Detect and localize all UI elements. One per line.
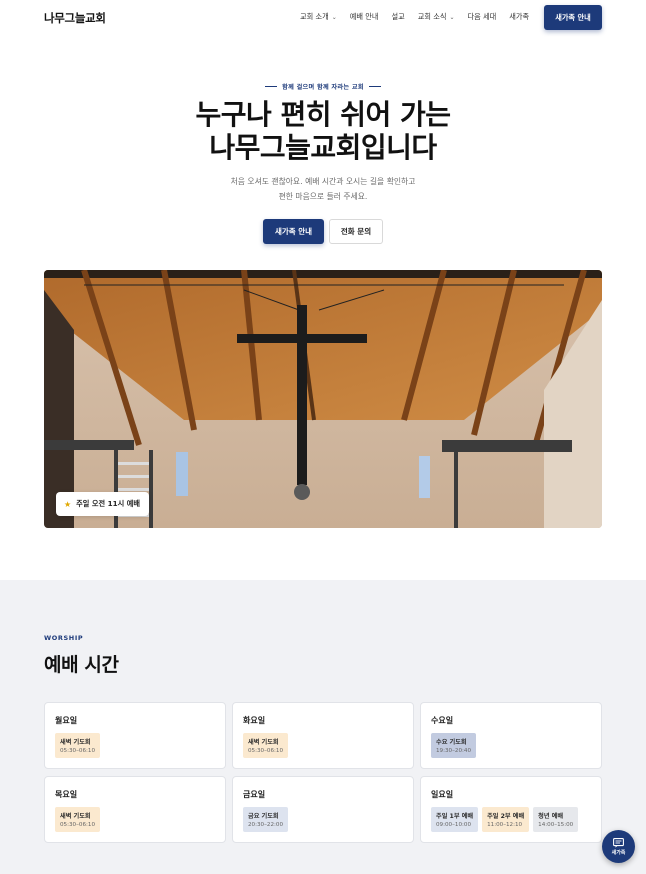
nav-item-next-gen[interactable]: 다음 세대: [468, 12, 497, 22]
service-name: 수요 기도회: [436, 739, 467, 746]
worship-day-card: 금요일금요 기도회 20:30–22:00: [232, 776, 414, 843]
nav-item-news[interactable]: 교회 소식 ⌄: [418, 12, 455, 22]
card-day-label: 목요일: [55, 790, 78, 799]
card-day-label: 월요일: [55, 716, 78, 725]
nav-label: 설교: [391, 12, 405, 21]
service-time: 20:30–22:00: [248, 822, 284, 828]
card-day-label: 금요일: [243, 790, 266, 799]
service-time: 05:30–06:10: [60, 748, 96, 754]
service-name: 청년 예배: [538, 813, 564, 820]
service-chips: 수요 기도회 19:30–20:40: [431, 733, 480, 758]
card-day-label: 화요일: [243, 716, 266, 725]
nav-item-worship[interactable]: 예배 안내: [350, 12, 379, 22]
nav-label: 새가족: [509, 12, 530, 21]
service-time: 05:30–06:10: [248, 748, 284, 754]
card-day-label: 수요일: [431, 716, 454, 725]
site-logo[interactable]: 나무그늘교회: [44, 10, 106, 26]
worship-time-badge: ★ 주일 오전 11시 예배: [56, 492, 149, 516]
service-chips: 새벽 기도회 05:30–06:10: [243, 733, 292, 758]
main-nav: 교회 소개 ⌄ 예배 안내 설교 교회 소식 ⌄ 다음 세대 새가족: [300, 12, 542, 22]
service-chip: 새벽 기도회 05:30–06:10: [243, 733, 289, 758]
worship-section: WORSHIP 예배 시간 월요일 새벽 기도회 05:30–06:10 화요일 새벽 …: [0, 580, 646, 874]
nav-item-newcomer[interactable]: 새가족: [509, 12, 529, 22]
worship-eyebrow: WORSHIP: [44, 634, 84, 642]
nav-label: 교회 소개: [300, 12, 329, 21]
service-name: 새벽 기도회: [60, 813, 91, 820]
hero-image-church-interior: [44, 270, 602, 528]
service-chip: 새벽 기도회 05:30–06:10: [55, 807, 101, 832]
newcomer-guide-button[interactable]: 새가족 안내: [263, 219, 324, 244]
worship-day-card: 월요일새벽 기도회 05:30–06:10: [44, 702, 226, 769]
fab-label: 새가족: [611, 849, 626, 856]
hero-eyebrow-text: 함께 걸으며 함께 자라는 교회: [282, 84, 364, 91]
service-chip: 주일 1부 예배 09:00–10:00: [431, 807, 479, 832]
worship-day-card: 일요일주일 1부 예배 09:00–10:00 주일 2부 예배 11:00–12:1…: [420, 776, 602, 843]
chevron-down-icon: ⌄: [449, 13, 455, 21]
nav-label: 다음 세대: [467, 12, 497, 21]
hero-eyebrow: 함께 걸으며 함께 자라는 교회: [0, 82, 646, 91]
service-chip: 주일 2부 예배 11:00–12:10: [482, 807, 530, 832]
worship-title: 예배 시간: [44, 654, 119, 676]
chat-icon: [613, 837, 624, 848]
hero-subtitle-line: 편한 마음으로 들러 주세요.: [278, 192, 368, 201]
service-chip: 청년 예배 14:00–15:00: [533, 807, 579, 832]
eyebrow-line: [265, 86, 278, 87]
service-time: 14:00–15:00: [538, 822, 574, 828]
worship-day-card: 화요일새벽 기도회 05:30–06:10: [232, 702, 414, 769]
card-day-label: 일요일: [431, 790, 454, 799]
newcomer-fab[interactable]: 새가족: [602, 830, 635, 863]
worship-day-card: 목요일새벽 기도회 05:30–06:10: [44, 776, 226, 843]
hero-subtitle: 처음 오셔도 괜찮아요. 예배 시간과 오시는 길을 확인하고 편한 마음으로 …: [0, 174, 646, 204]
badge-text: 주일 오전 11시 예배: [76, 499, 140, 508]
service-chips: 금요 기도회 20:30–22:00: [243, 807, 292, 832]
eyebrow-line: [368, 86, 381, 87]
service-chips: 주일 1부 예배 09:00–10:00 주일 2부 예배 11:00–12:10 청년…: [431, 807, 582, 832]
site-header: 나무그늘교회 교회 소개 ⌄ 예배 안내 설교 교회 소식 ⌄ 다음 세대 새가…: [0, 0, 646, 36]
nav-item-about[interactable]: 교회 소개 ⌄: [300, 12, 337, 22]
star-icon: ★: [64, 499, 72, 509]
hero-subtitle-line: 처음 오셔도 괜찮아요. 예배 시간과 오시는 길을 확인하고: [230, 177, 416, 186]
service-name: 주일 1부 예배: [436, 813, 474, 820]
service-name: 금요 기도회: [248, 813, 279, 820]
nav-item-sermon[interactable]: 설교: [392, 12, 405, 22]
service-name: 새벽 기도회: [248, 739, 279, 746]
service-name: 주일 2부 예배: [487, 813, 525, 820]
service-time: 09:00–10:00: [436, 822, 472, 828]
hero-title-line: 나무그늘교회입니다: [209, 131, 437, 164]
church-interior-illustration: [44, 270, 602, 528]
service-name: 새벽 기도회: [60, 739, 91, 746]
service-chip: 금요 기도회 20:30–22:00: [243, 807, 289, 832]
service-time: 11:00–12:10: [487, 822, 523, 828]
service-chip: 새벽 기도회 05:30–06:10: [55, 733, 101, 758]
worship-day-card: 수요일수요 기도회 19:30–20:40: [420, 702, 602, 769]
service-chips: 새벽 기도회 05:30–06:10: [55, 733, 104, 758]
nav-label: 예배 안내: [349, 12, 379, 21]
nav-label: 교회 소식: [417, 12, 447, 21]
hero-title: 누구나 편히 쉬어 가는 나무그늘교회입니다: [0, 98, 646, 164]
chevron-down-icon: ⌄: [331, 13, 337, 21]
service-chip: 수요 기도회 19:30–20:40: [431, 733, 477, 758]
service-chips: 새벽 기도회 05:30–06:10: [55, 807, 104, 832]
header-newcomer-button[interactable]: 새가족 안내: [544, 5, 602, 30]
phone-inquiry-button[interactable]: 전화 문의: [329, 219, 383, 244]
service-time: 05:30–06:10: [60, 822, 96, 828]
service-time: 19:30–20:40: [436, 748, 472, 754]
hero-title-line: 누구나 편히 쉬어 가는: [195, 98, 451, 131]
